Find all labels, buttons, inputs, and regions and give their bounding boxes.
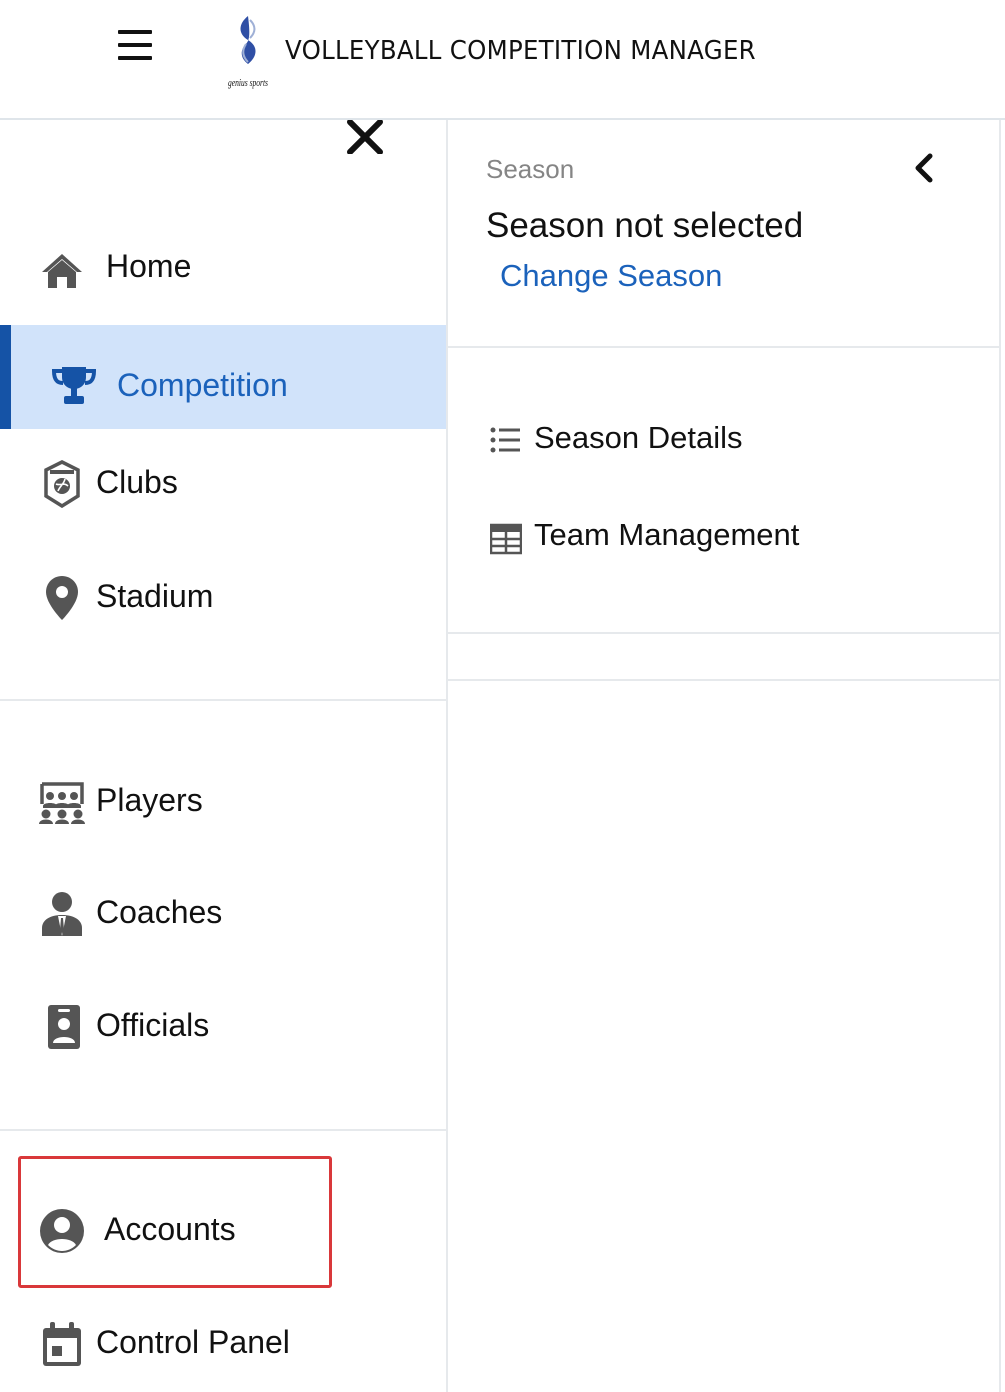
hamburger-icon[interactable] [116,28,154,62]
season-value: Season not selected [486,206,804,245]
sidebar-item-label: Players [96,782,203,818]
menu-item-team-management[interactable]: Team Management [486,509,906,565]
calendar-icon [38,1320,86,1368]
sidebar-item-players[interactable]: Players [0,750,446,850]
menu-item-season-details[interactable]: Season Details [486,412,906,468]
coach-icon [38,890,86,938]
trophy-icon [50,363,98,411]
panel-divider [448,679,999,681]
sidebar-divider [0,1129,446,1131]
close-icon[interactable] [346,119,384,155]
players-icon [38,778,86,826]
sidebar-item-label: Clubs [96,464,178,500]
sidebar-item-label: Coaches [96,894,223,930]
season-label: Season [486,154,575,184]
sidebar-item-label: Officials [96,1007,210,1043]
sidebar-item-label: Control Panel [96,1324,290,1360]
active-indicator [0,325,11,429]
menu-item-label: Team Management [534,517,800,552]
panel-divider [448,632,999,634]
id-badge-icon [40,1003,88,1051]
sidebar: Home Competition Clubs Stadium Players C… [0,119,448,1392]
sidebar-item-control-panel[interactable]: Control Panel [0,1292,446,1392]
sidebar-item-label: Accounts [104,1211,236,1247]
sidebar-item-accounts[interactable]: Accounts [0,1179,330,1279]
panel-divider [448,346,999,348]
list-icon [490,424,522,456]
sidebar-divider [0,699,446,701]
sidebar-item-coaches[interactable]: Coaches [0,862,446,962]
table-icon [489,523,523,555]
sidebar-item-label: Home [106,248,192,284]
logo-text: genius sports [228,77,268,89]
home-icon [38,246,86,294]
sidebar-item-label: Competition [117,367,288,403]
app-header: genius sports VOLLEYBALL COMPETITION MAN… [0,0,1005,120]
sidebar-item-competition[interactable]: Competition [0,325,446,429]
sidebar-item-label: Stadium [96,578,214,614]
sidebar-item-home[interactable]: Home [0,216,446,316]
club-badge-icon [38,460,86,509]
chevron-left-icon[interactable] [910,152,940,184]
genius-sports-logo[interactable]: genius sports [226,14,270,92]
account-circle-icon [38,1207,86,1255]
sidebar-item-stadium[interactable]: Stadium [0,546,446,646]
location-pin-icon [38,574,86,622]
competition-panel: Season Season not selected Change Season… [448,120,1001,1392]
app-title: VOLLEYBALL COMPETITION MANAGER [285,36,756,66]
menu-item-label: Season Details [534,420,743,455]
change-season-link[interactable]: Change Season [500,258,722,294]
sidebar-item-officials[interactable]: Officials [0,975,446,1075]
sidebar-item-clubs[interactable]: Clubs [0,432,446,532]
